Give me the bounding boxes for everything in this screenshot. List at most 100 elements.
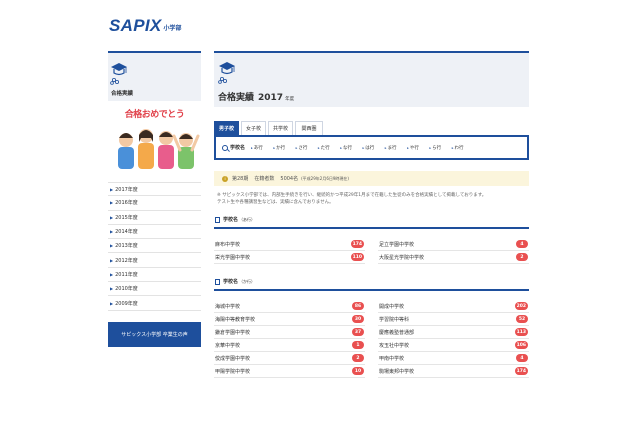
chevron-right-icon: ▶	[110, 229, 114, 235]
logo-brand: SAPIX	[109, 16, 162, 35]
school-name: 海城中学校	[215, 303, 241, 310]
chevron-right-icon: ▸	[451, 145, 454, 150]
year-label: 2012年度	[115, 257, 138, 264]
filter-wa[interactable]: ▸ わ行	[452, 145, 474, 151]
count-badge: 4	[516, 240, 528, 248]
filter-label: 学校名	[222, 144, 245, 151]
info-icon: i	[222, 175, 228, 182]
chevron-right-icon: ▶	[110, 286, 114, 292]
notice-count: 5004名	[280, 176, 299, 182]
year-label: 2017年度	[115, 186, 138, 193]
school-row[interactable]: 大阪星光学院中学校 2	[378, 251, 529, 264]
filter-label-a: あ行	[253, 145, 263, 151]
sidebar-header: 合格実績	[108, 51, 201, 101]
school-row[interactable]: 麻布中学校 174	[214, 238, 365, 251]
filter-label-ma: ま行	[387, 145, 397, 151]
school-row[interactable]: 鎌倉学園中学校 37	[214, 326, 365, 339]
filter-ta[interactable]: ▸ た行	[318, 145, 340, 151]
count-badge: 106	[514, 341, 528, 349]
year-item-2009[interactable]: ▶ 2009年度	[108, 296, 201, 311]
count-badge: 174	[514, 367, 528, 375]
school-name: 学習院中等科	[379, 316, 410, 323]
year-item-2011[interactable]: ▶ 2011年度	[108, 268, 201, 283]
chevron-right-icon: ▶	[110, 214, 114, 220]
school-row[interactable]: 甲陽学院中学校 10	[214, 365, 365, 378]
filter-ma[interactable]: ▸ ま行	[385, 145, 407, 151]
tab-boys[interactable]: 男子校	[214, 121, 239, 135]
chevron-right-icon: ▸	[429, 145, 432, 150]
logo[interactable]: SAPIX 小学部	[109, 17, 182, 34]
chevron-right-icon: ▸	[295, 145, 298, 150]
sidebar-title: 合格実績	[111, 91, 134, 97]
school-row[interactable]: 学習院中等科 52	[378, 313, 529, 326]
school-column-left: 麻布中学校 174 栄光学園中学校 110	[214, 238, 365, 264]
section-heading-ka: 学校名 （か行）	[214, 278, 529, 291]
filter-na[interactable]: ▸ な行	[340, 145, 362, 151]
tab-kansai[interactable]: 関西圏	[295, 121, 323, 135]
notice-term: 第28期	[232, 176, 249, 182]
book-icon	[215, 216, 220, 223]
count-badge: 110	[350, 253, 364, 261]
year-list: ▶ 2017年度 ▶ 2016年度 ▶ 2015年度 ▶ 2014年度 ▶ 2013年度 …	[108, 182, 201, 311]
count-badge: 86	[352, 302, 364, 310]
section-heading-a: 学校名 （あ行）	[214, 216, 529, 229]
school-row[interactable]: 甲南中学校 4	[378, 352, 529, 365]
count-badge: 52	[516, 315, 528, 323]
year-label: 2013年度	[115, 243, 138, 250]
filter-label-wa: わ行	[454, 145, 464, 151]
school-row[interactable]: 京華中学校 1	[214, 339, 365, 352]
count-badge: 1	[352, 341, 364, 349]
graduation-cap-icon	[218, 62, 235, 84]
school-row[interactable]: 攻玉社中学校 106	[378, 339, 529, 352]
section-title: 学校名	[223, 279, 239, 285]
count-badge: 10	[352, 367, 364, 375]
year-item-2015[interactable]: ▶ 2015年度	[108, 211, 201, 225]
school-name: 足立学園中学校	[379, 241, 415, 248]
school-row[interactable]: 慶應義塾普通部 113	[378, 326, 529, 339]
tab-coed[interactable]: 共学校	[268, 121, 293, 135]
book-icon	[215, 278, 220, 285]
main-header: 合格実績 2017 年度	[214, 51, 529, 107]
count-badge: 2	[352, 354, 364, 362]
year-item-2013[interactable]: ▶ 2013年度	[108, 239, 201, 254]
filter-ka[interactable]: ▸ か行	[273, 145, 295, 151]
chevron-right-icon: ▶	[110, 257, 114, 263]
school-row[interactable]: 開成中学校 202	[378, 300, 529, 313]
year-item-2017[interactable]: ▶ 2017年度	[108, 182, 201, 197]
page-title-suffix: 年度	[285, 97, 295, 102]
graduation-cap-icon	[110, 63, 127, 85]
sidebar: 合格実績 合格おめでとう ▶ 2017年度 ▶ 2016年度 ▶ 2015年度 ▶ 20…	[108, 51, 201, 347]
school-row[interactable]: 足立学園中学校 4	[378, 238, 529, 251]
school-row[interactable]: 駒場東邦中学校 174	[378, 365, 529, 378]
year-item-2012[interactable]: ▶ 2012年度	[108, 253, 201, 268]
congratulations-banner[interactable]: 合格おめでとう	[108, 106, 201, 174]
children-illustration	[118, 129, 200, 169]
year-item-2010[interactable]: ▶ 2010年度	[108, 282, 201, 297]
year-item-2014[interactable]: ▶ 2014年度	[108, 225, 201, 240]
filter-label-sa: さ行	[298, 145, 308, 151]
tab-girls[interactable]: 女子校	[241, 121, 266, 135]
year-item-2016[interactable]: ▶ 2016年度	[108, 196, 201, 211]
school-row[interactable]: 栄光学園中学校 110	[214, 251, 365, 264]
chevron-right-icon: ▶	[110, 300, 114, 306]
school-name: 京華中学校	[215, 342, 241, 349]
school-row[interactable]: 海陽中等教育学校 30	[214, 313, 365, 326]
page-title-year: 2017	[258, 93, 284, 103]
section-subtitle: （か行）	[239, 278, 256, 284]
main-content: 合格実績 2017 年度 男子校 女子校 共学校 関西圏 学校名 ▸ あ行 ▸ か行…	[214, 51, 529, 378]
chevron-right-icon: ▸	[384, 145, 387, 150]
graduates-voice-button[interactable]: サピックス小学部 卒業生の声	[108, 321, 201, 347]
filter-sa[interactable]: ▸ さ行	[296, 145, 318, 151]
filter-ra[interactable]: ▸ ら行	[429, 145, 451, 151]
count-badge: 37	[352, 328, 364, 336]
filter-ha[interactable]: ▸ は行	[363, 145, 385, 151]
logo-sub: 小学部	[163, 25, 182, 32]
year-label: 2011年度	[115, 271, 138, 278]
filter-a[interactable]: ▸ あ行	[251, 145, 273, 151]
school-row[interactable]: 海城中学校 86	[214, 300, 365, 313]
filter-ya[interactable]: ▸ や行	[407, 145, 429, 151]
chevron-right-icon: ▸	[251, 145, 253, 150]
page-title: 合格実績 2017 年度	[218, 90, 529, 103]
year-label: 2009年度	[115, 300, 138, 307]
school-row[interactable]: 佼成学園中学校 2	[214, 352, 365, 365]
